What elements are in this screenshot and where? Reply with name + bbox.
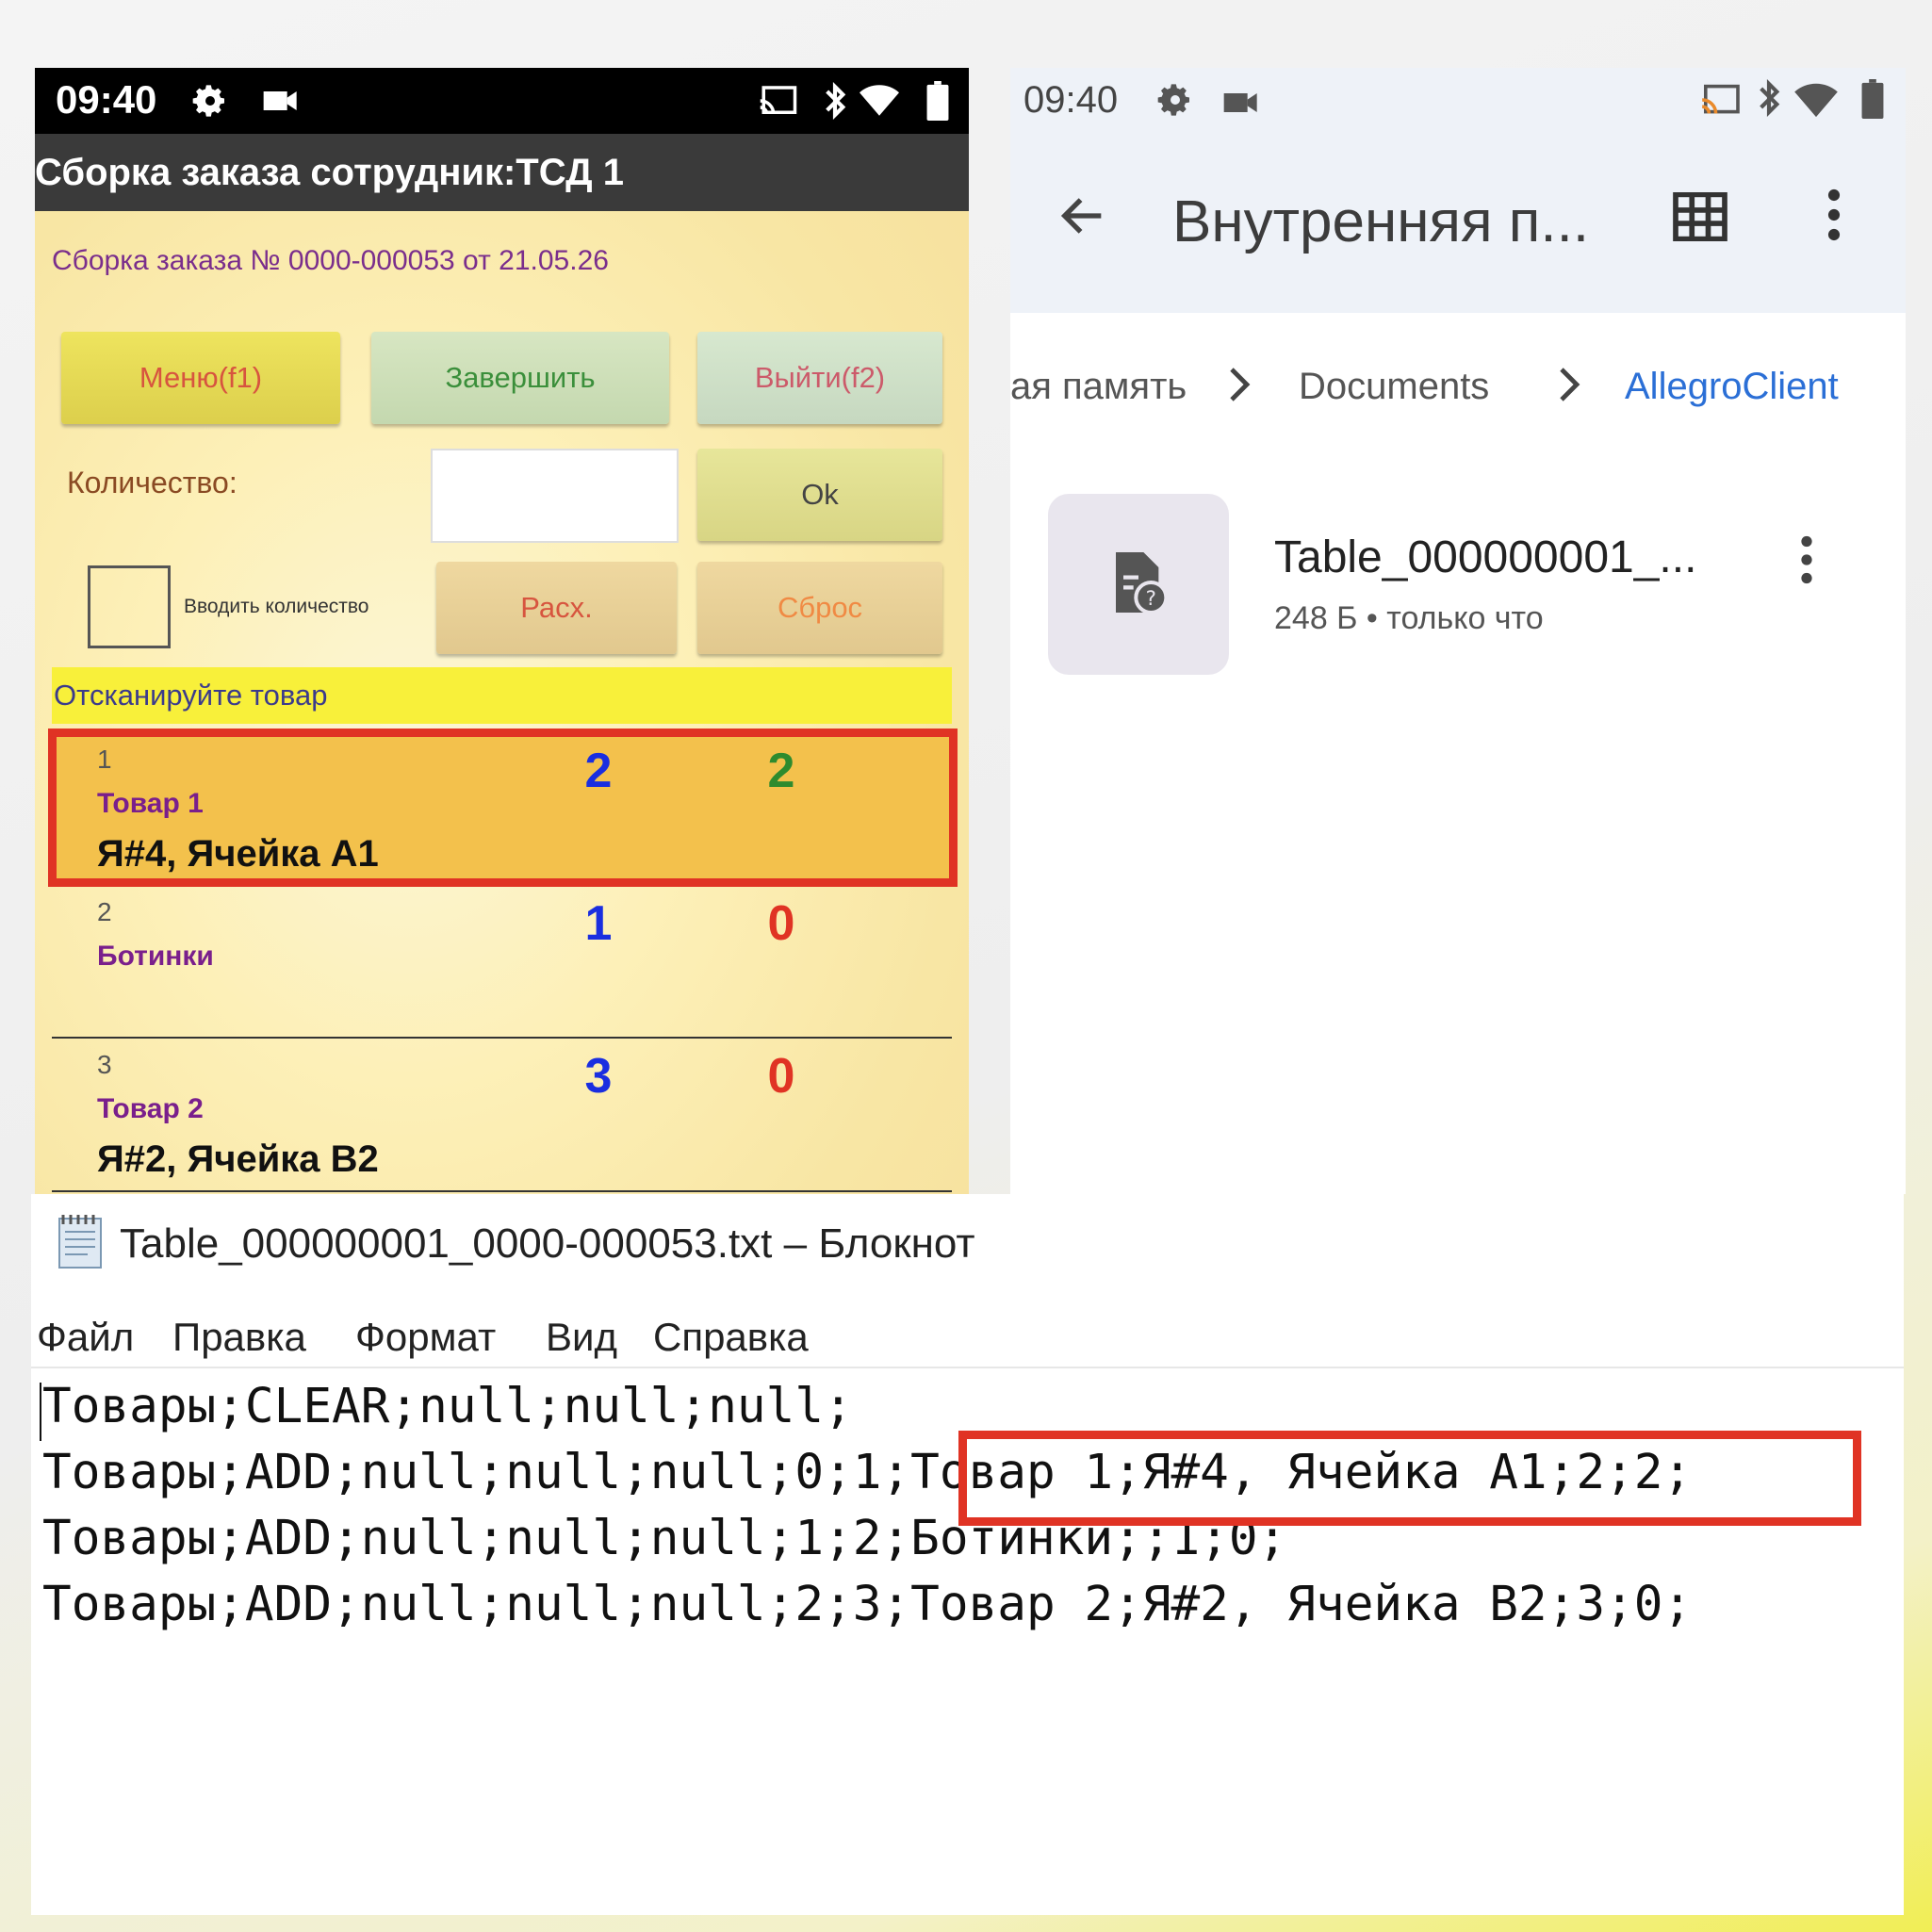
notepad-window: Table_000000001_0000-000053.txt – Блокно… — [31, 1194, 1904, 1915]
row-number: 2 — [97, 897, 112, 926]
menu-format[interactable]: Формат — [355, 1315, 496, 1360]
back-arrow-icon[interactable] — [1056, 188, 1110, 248]
battery-icon — [1860, 79, 1885, 123]
finish-button[interactable]: Завершить — [371, 332, 669, 424]
menu-divider — [31, 1367, 1904, 1368]
row-divider — [52, 1037, 952, 1039]
menu-file[interactable]: Файл — [37, 1315, 134, 1360]
file-name[interactable]: Table_000000001_... — [1274, 532, 1696, 583]
row-qty-fact: 0 — [767, 896, 795, 951]
svg-text:?: ? — [1146, 587, 1156, 611]
status-time: 09:40 — [56, 77, 157, 122]
grid-view-icon[interactable] — [1673, 191, 1727, 246]
menu-view[interactable]: Вид — [546, 1315, 617, 1360]
more-vert-icon[interactable] — [1798, 535, 1815, 589]
text-line[interactable]: Товары;CLEAR;null;null;null; — [42, 1379, 853, 1434]
more-vert-icon[interactable] — [1825, 188, 1843, 246]
breadcrumb-internal[interactable]: ая память — [1010, 366, 1187, 408]
scan-prompt: Отсканируйте товар — [52, 667, 952, 724]
collector-app-screen: 09:40 Сборка заказа сотрудник:ТСД 1 Сбор… — [35, 68, 969, 1194]
status-bar: 09:40 — [35, 68, 969, 134]
text-line[interactable]: Товары;ADD;null;null;null;2;3;Товар 2;Я#… — [42, 1577, 1692, 1632]
file-manager-screen: 09:40 Внутренняя п... ая память Document… — [1010, 68, 1906, 1194]
cast-icon — [759, 81, 798, 121]
cast-icon — [1700, 83, 1742, 122]
battery-icon — [918, 81, 958, 121]
quantity-input[interactable] — [431, 449, 679, 543]
row-product-name: Товар 2 — [97, 1093, 204, 1124]
bluetooth-icon — [1755, 78, 1783, 122]
row-location: Я#2, Ячейка B2 — [97, 1138, 379, 1180]
notepad-title: Table_000000001_0000-000053.txt – Блокно… — [120, 1220, 975, 1267]
expense-button[interactable]: Расх. — [436, 562, 677, 654]
reset-button[interactable]: Сброс — [697, 562, 942, 654]
file-thumbnail[interactable]: ? — [1048, 494, 1229, 675]
wifi-icon — [860, 81, 899, 121]
row-qty-plan: 1 — [584, 896, 613, 951]
exit-button[interactable]: Выйти(f2) — [697, 332, 942, 424]
enter-quantity-label: Вводить количество — [184, 596, 369, 617]
ok-button[interactable]: Ok — [697, 449, 942, 541]
wifi-icon — [1794, 83, 1838, 123]
order-info: Сборка заказа № 0000-000053 от 21.05.26 — [52, 245, 609, 276]
menu-edit[interactable]: Правка — [172, 1315, 306, 1360]
app-title: Сборка заказа сотрудник:ТСД 1 — [35, 134, 969, 211]
file-meta: 248 Б • только что — [1274, 600, 1544, 636]
breadcrumb-allegroclient[interactable]: AllegroClient — [1625, 366, 1839, 408]
chevron-right-icon — [1555, 366, 1583, 408]
bluetooth-icon — [815, 81, 855, 121]
file-unknown-icon: ? — [1108, 549, 1169, 620]
row-qty-plan: 3 — [584, 1049, 613, 1104]
video-camera-icon — [1222, 89, 1260, 122]
row-qty-fact: 0 — [767, 1049, 795, 1104]
folder-title: Внутренняя п... — [1172, 189, 1590, 254]
enter-quantity-checkbox[interactable] — [88, 565, 171, 648]
text-caret — [40, 1383, 41, 1441]
settings-icon — [1156, 81, 1194, 123]
row-number: 3 — [97, 1050, 112, 1079]
highlight-frame — [48, 729, 958, 887]
video-camera-icon — [261, 81, 301, 121]
breadcrumb-documents[interactable]: Documents — [1299, 366, 1489, 408]
menu-button[interactable]: Меню(f1) — [61, 332, 340, 424]
chevron-right-icon — [1225, 366, 1253, 408]
notepad-icon — [50, 1211, 110, 1276]
highlight-frame — [958, 1431, 1861, 1526]
settings-icon — [190, 81, 230, 121]
row-product-name: Ботинки — [97, 941, 214, 972]
row-divider — [52, 1190, 952, 1192]
menu-help[interactable]: Справка — [653, 1315, 809, 1360]
quantity-label: Количество: — [67, 466, 237, 499]
status-time: 09:40 — [1023, 79, 1119, 121]
